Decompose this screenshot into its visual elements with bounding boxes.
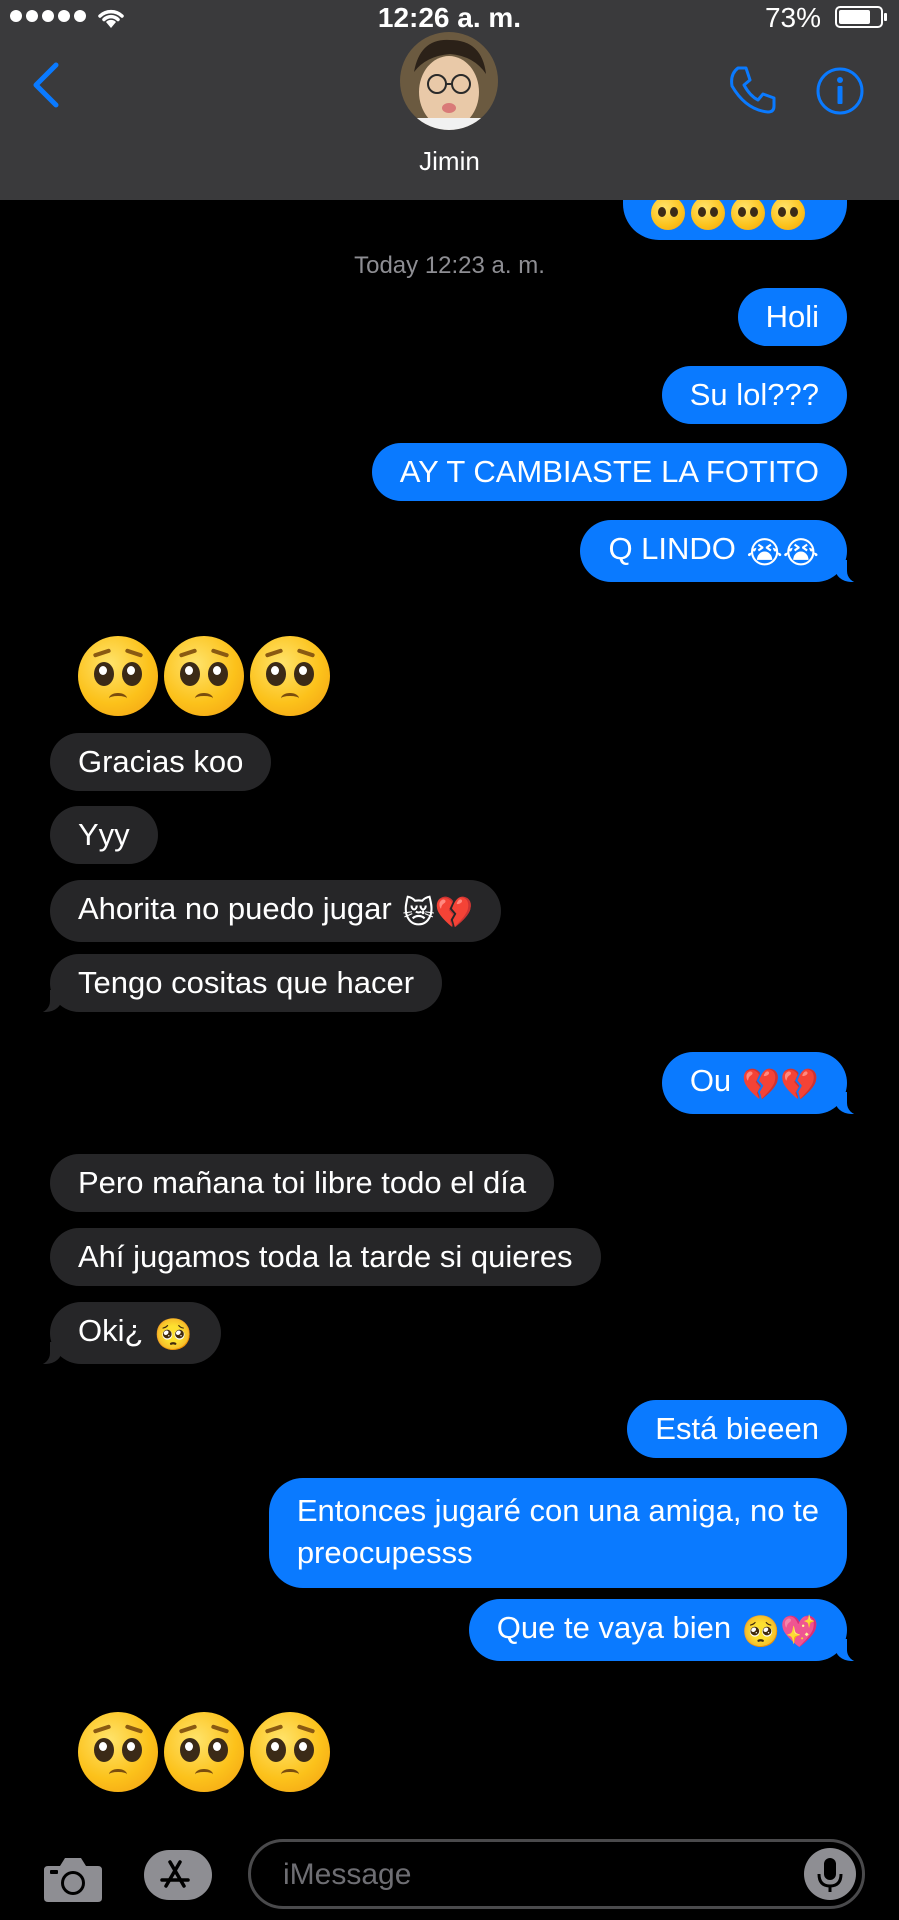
- info-icon[interactable]: [815, 66, 865, 116]
- contact-name[interactable]: Jimin: [0, 146, 899, 177]
- message-text: Está bieeen: [655, 1411, 819, 1446]
- message-bubble-received[interactable]: Ahorita no puedo jugar 😿💔: [50, 880, 502, 942]
- big-emoji-message[interactable]: [78, 636, 330, 716]
- big-emoji-message[interactable]: [78, 1712, 330, 1792]
- broken-heart-icon: 💔💔: [741, 1067, 819, 1102]
- chevron-left-icon[interactable]: [30, 62, 62, 108]
- message-bubble-sent[interactable]: Entonces jugaré con una amiga, no te pre…: [268, 1478, 847, 1588]
- conversation-header: 12:26 a. m. 73% Jimin: [0, 0, 899, 200]
- message-text: Q LINDO: [608, 531, 736, 566]
- message-bubble-sent[interactable]: Ou 💔💔: [661, 1052, 870, 1115]
- message-bubble-sent[interactable]: Q LINDO 😭😭: [580, 520, 869, 583]
- message-bubble-received[interactable]: Ahí jugamos toda la tarde si quieres: [50, 1228, 601, 1286]
- message-bubble-sent[interactable]: Que te vaya bien 🥺💖: [468, 1599, 870, 1662]
- message-bubble-received[interactable]: Oki¿ 🥺: [28, 1302, 221, 1365]
- message-input[interactable]: [281, 1852, 785, 1898]
- message-bubble-sent[interactable]: Holi: [737, 288, 847, 346]
- crying-face-icon: [691, 196, 725, 230]
- pleading-face-sparkling-heart-icon: 🥺💖: [741, 1614, 819, 1649]
- message-text: Tengo cositas que hacer: [78, 965, 415, 1000]
- status-bar: 12:26 a. m. 73%: [0, 0, 899, 34]
- message-text-line: preocupesss: [296, 1535, 473, 1570]
- message-text: Yyy: [78, 817, 130, 852]
- message-bubble-sent[interactable]: Está bieeen: [627, 1400, 847, 1458]
- message-text-line: Entonces jugaré con una amiga, no te: [296, 1493, 819, 1528]
- phone-icon[interactable]: [726, 64, 778, 116]
- battery-percent: 73%: [764, 2, 821, 33]
- message-text: Ou: [689, 1063, 732, 1098]
- pleading-face-icon: 🥺: [154, 1317, 193, 1352]
- pleading-face-icon: [250, 636, 330, 716]
- microphone-button[interactable]: [804, 1848, 856, 1900]
- app-store-icon: [160, 1860, 190, 1888]
- compose-bar: [0, 1820, 899, 1920]
- message-bubble-sent[interactable]: AY T CAMBIASTE LA FOTITO: [371, 443, 847, 501]
- message-text: Holi: [765, 299, 819, 334]
- message-text: Oki¿: [78, 1313, 144, 1348]
- camera-icon[interactable]: [42, 1854, 104, 1904]
- crying-face-icon: [731, 196, 765, 230]
- message-text: Que te vaya bien: [496, 1610, 732, 1645]
- message-bubble-received[interactable]: Tengo cositas que hacer: [27, 954, 443, 1013]
- pleading-face-icon: [164, 1712, 244, 1792]
- message-text: Ahí jugamos toda la tarde si quieres: [78, 1239, 573, 1274]
- message-bubble-sent[interactable]: Su lol???: [661, 366, 847, 424]
- pleading-face-icon: [164, 636, 244, 716]
- crying-face-icon: [651, 196, 685, 230]
- message-text: Pero mañana toi libre todo el día: [78, 1165, 527, 1200]
- pleading-face-icon: [78, 636, 158, 716]
- pleading-face-icon: [78, 1712, 158, 1792]
- crying-face-icon: [771, 196, 805, 230]
- crying-face-icon: 😭😭: [746, 535, 819, 570]
- message-text: Gracias koo: [78, 744, 244, 779]
- app-store-button[interactable]: [144, 1850, 212, 1900]
- thread-timestamp: Today 12:23 a. m.: [354, 252, 545, 279]
- message-text: Ahorita no puedo jugar: [78, 891, 392, 926]
- contact-avatar[interactable]: [400, 32, 498, 130]
- pleading-face-icon: [250, 1712, 330, 1792]
- message-text: Su lol???: [689, 377, 819, 412]
- battery-icon: [835, 6, 887, 28]
- message-bubble-received[interactable]: Gracias koo: [50, 733, 272, 791]
- message-bubble-received[interactable]: Pero mañana toi libre todo el día: [50, 1154, 555, 1212]
- crying-cat-broken-heart-icon: 😿💔: [402, 895, 474, 930]
- message-bubble-received[interactable]: Yyy: [50, 806, 158, 864]
- microphone-icon: [817, 1858, 843, 1892]
- message-text: AY T CAMBIASTE LA FOTITO: [399, 454, 819, 489]
- message-input-container: [248, 1839, 865, 1909]
